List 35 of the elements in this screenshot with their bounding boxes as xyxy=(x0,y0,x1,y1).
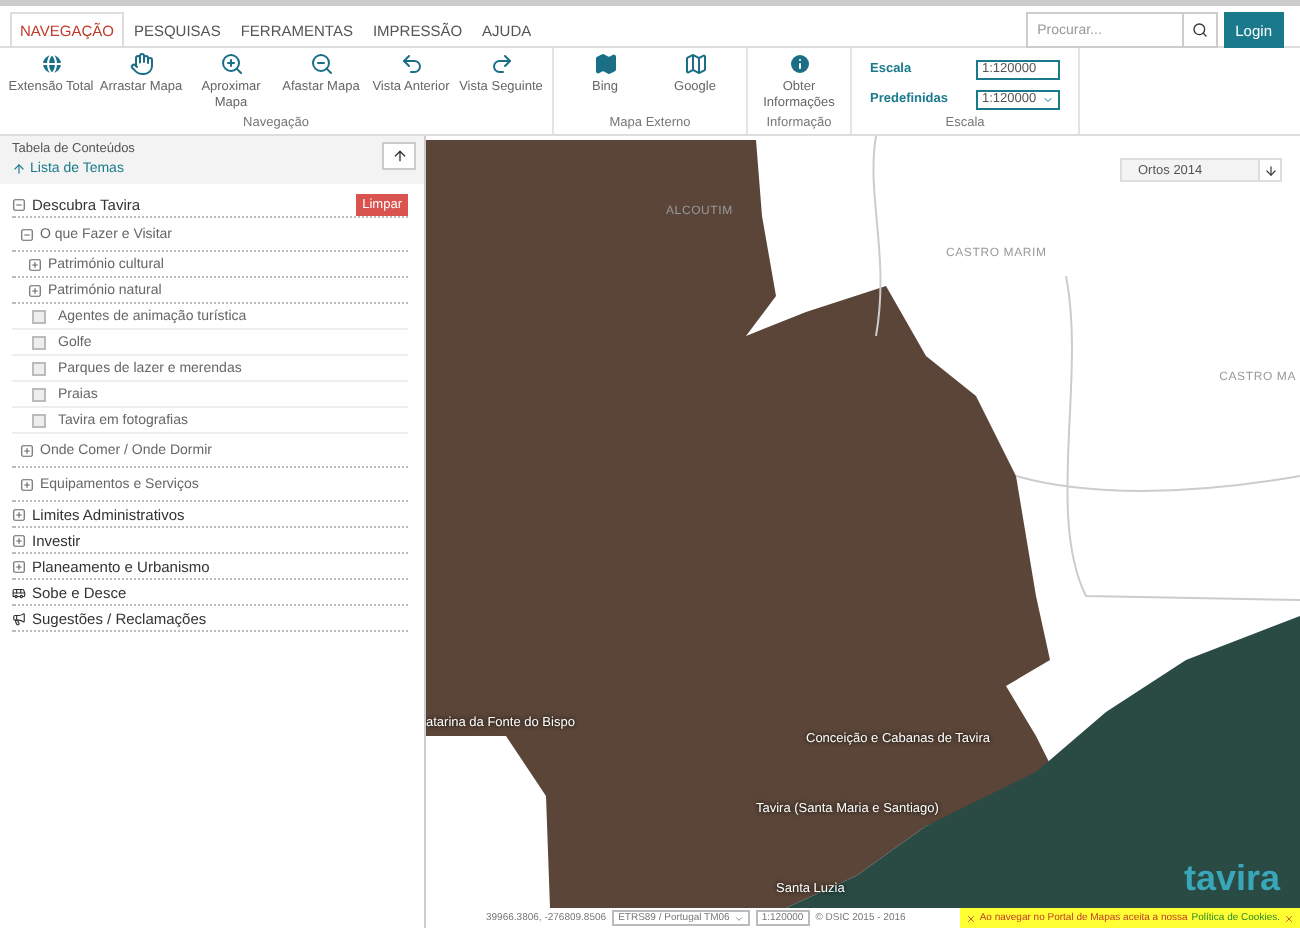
collapse-icon[interactable] xyxy=(20,227,34,241)
expand-icon[interactable] xyxy=(20,477,34,491)
map-icon xyxy=(593,52,617,76)
expand-icon[interactable] xyxy=(12,533,26,547)
megaphone-icon xyxy=(12,611,26,625)
checkbox[interactable] xyxy=(32,387,46,401)
collapse-icon[interactable] xyxy=(12,197,26,211)
expand-icon[interactable] xyxy=(28,283,42,297)
checkbox[interactable] xyxy=(32,413,46,427)
info-icon xyxy=(787,52,811,76)
dropdown-icon xyxy=(1042,93,1055,105)
arrow-down-icon xyxy=(1263,163,1277,177)
logo: tavira xyxy=(1183,858,1280,900)
bus-icon xyxy=(12,585,26,599)
back-arrow-icon xyxy=(399,52,423,76)
checkbox[interactable] xyxy=(32,309,46,323)
expand-icon[interactable] xyxy=(12,507,26,521)
map-icon xyxy=(683,52,707,76)
expand-icon[interactable] xyxy=(28,257,42,271)
dropdown-icon xyxy=(733,913,744,923)
search-icon xyxy=(1191,22,1208,38)
arrow-up-icon xyxy=(12,162,26,176)
hand-icon xyxy=(129,52,153,76)
expand-icon[interactable] xyxy=(20,443,34,457)
arrow-up-icon xyxy=(391,148,407,164)
zoom-out-icon xyxy=(309,52,333,76)
globe-icon xyxy=(39,52,63,76)
aerial-map-drawing[interactable] xyxy=(426,136,1300,908)
collapse-button[interactable] xyxy=(382,142,416,170)
expand-icon[interactable] xyxy=(12,559,26,573)
zoom-in-icon xyxy=(219,52,243,76)
checkbox[interactable] xyxy=(32,335,46,349)
search-button[interactable] xyxy=(1181,12,1218,48)
checkbox[interactable] xyxy=(32,361,46,375)
forward-arrow-icon xyxy=(489,52,513,76)
